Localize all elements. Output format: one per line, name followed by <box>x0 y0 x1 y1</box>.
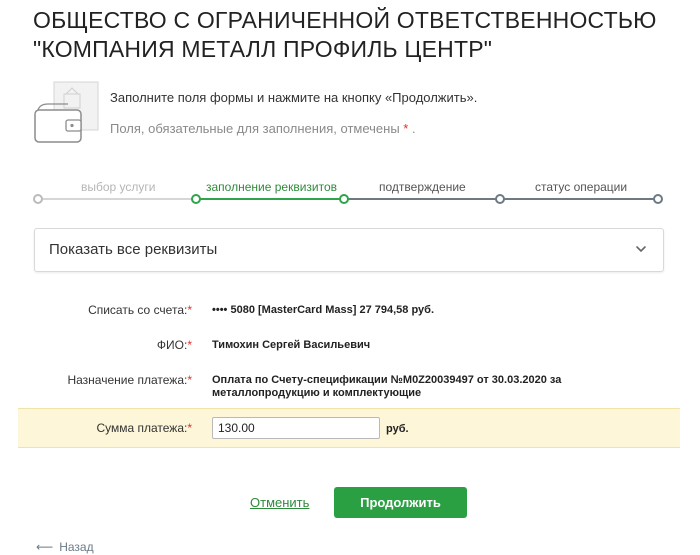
stepper-dot-1 <box>191 194 201 204</box>
purpose-label-text: Назначение платежа: <box>67 373 188 387</box>
stepper-line-active <box>195 198 343 200</box>
stepper-line-done <box>37 198 195 200</box>
required-asterisk: * <box>187 338 192 352</box>
step-operation-status: статус операции <box>535 180 628 194</box>
page-title: ОБЩЕСТВО С ОГРАНИЧЕННОЙ ОТВЕТСТВЕННОСТЬЮ… <box>33 6 693 64</box>
account-value: •••• 5080 [MasterCard Mass] 27 794,58 ру… <box>212 304 434 316</box>
amount-currency: руб. <box>386 423 409 435</box>
show-all-details-toggle[interactable]: Показать все реквизиты <box>34 228 664 272</box>
account-label: Списать со счета:* <box>88 303 192 317</box>
amount-input[interactable] <box>212 417 380 439</box>
form-instruction: Заполните поля формы и нажмите на кнопку… <box>110 90 478 105</box>
step-confirmation: подтверждение <box>379 180 466 194</box>
amount-label-text: Сумма платежа: <box>96 421 188 435</box>
stepper-dot-3 <box>495 194 505 204</box>
cancel-link[interactable]: Отменить <box>250 495 309 510</box>
required-asterisk: * <box>187 373 192 387</box>
amount-label: Сумма платежа:* <box>96 421 192 435</box>
back-link[interactable]: ⟵ Назад <box>36 540 94 554</box>
required-asterisk: * <box>403 121 409 136</box>
page-title-line-2: "КОМПАНИЯ МЕТАЛЛ ПРОФИЛЬ ЦЕНТР" <box>33 36 493 62</box>
chevron-down-icon <box>636 246 646 253</box>
purpose-value: Оплата по Счету-спецификации №М0Z2003949… <box>212 374 561 400</box>
fio-label: ФИО:* <box>157 338 192 352</box>
continue-button[interactable]: Продолжить <box>334 487 467 518</box>
stepper-dot-end <box>653 194 663 204</box>
account-label-text: Списать со счета: <box>88 303 188 317</box>
required-asterisk: * <box>187 303 192 317</box>
fio-value: Тимохин Сергей Васильевич <box>212 339 371 351</box>
step-fill-details: заполнение реквизитов <box>206 180 338 194</box>
required-note-tail: . <box>411 121 416 136</box>
required-fields-note: Поля, обязательные для заполнения, отмеч… <box>110 121 416 136</box>
purpose-value-line-1: Оплата по Счету-спецификации №М0Z2003949… <box>212 374 562 386</box>
show-all-details-label: Показать все реквизиты <box>49 241 218 258</box>
stepper-dot-2 <box>339 194 349 204</box>
back-label: Назад <box>59 540 94 554</box>
required-asterisk: * <box>187 421 192 435</box>
purpose-label: Назначение платежа:* <box>67 373 192 387</box>
required-note-text: Поля, обязательные для заполнения, отмеч… <box>110 121 400 136</box>
purpose-value-line-2: металлопродукцию и комплектующие <box>212 387 422 399</box>
wallet-icon <box>34 81 99 143</box>
stepper-dot-start <box>33 194 43 204</box>
step-service-selection: выбор услуги <box>81 180 156 194</box>
fio-label-text: ФИО: <box>156 338 188 352</box>
back-arrow-icon: ⟵ <box>36 540 54 554</box>
page-title-line-1: ОБЩЕСТВО С ОГРАНИЧЕННОЙ ОТВЕТСТВЕННОСТЬЮ <box>33 7 657 33</box>
progress-stepper: выбор услуги заполнение реквизитов подтв… <box>33 178 663 208</box>
